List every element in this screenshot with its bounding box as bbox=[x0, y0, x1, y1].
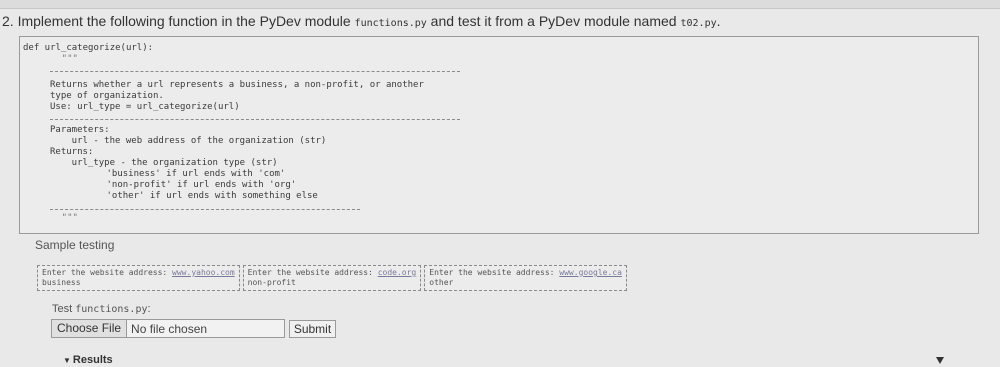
code-line: Use: url_type = url_categorize(url) bbox=[50, 102, 240, 112]
test-file-label: Test functions.py: bbox=[52, 303, 151, 315]
sample-url: www.yahoo.com bbox=[172, 268, 235, 277]
sample-case: Enter the website address: www.yahoo.com… bbox=[37, 265, 240, 291]
test-label-prefix: Test bbox=[52, 303, 76, 315]
code-line: Returns: bbox=[50, 147, 94, 157]
code-line: 'business' if url ends with 'com' bbox=[74, 169, 286, 179]
code-line: 'other' if url ends with something else bbox=[74, 191, 318, 201]
test-label-suffix: : bbox=[147, 303, 151, 315]
code-line: url - the web address of the organizatio… bbox=[50, 136, 327, 146]
code-line: Parameters: bbox=[50, 125, 110, 135]
chevron-down-icon[interactable] bbox=[936, 357, 944, 364]
question-text-mid: and test it from a PyDev module named bbox=[426, 13, 681, 29]
file-input[interactable]: Choose File No file chosen bbox=[51, 319, 285, 338]
code-block: def url_categorize(url): """ Returns whe… bbox=[19, 36, 979, 234]
code-line: """ bbox=[40, 213, 78, 223]
sample-prompt: Enter the website address: bbox=[247, 268, 378, 277]
code-line: def url_categorize(url): bbox=[23, 43, 154, 53]
sample-case: Enter the website address: code.org non-… bbox=[242, 265, 422, 291]
module-name: functions.py bbox=[354, 18, 427, 29]
question-text-before: Implement the following function in the … bbox=[13, 13, 355, 29]
sample-prompt: Enter the website address: bbox=[429, 268, 560, 277]
code-line: Returns whether a url represents a busin… bbox=[50, 80, 424, 90]
sample-result: other bbox=[429, 278, 454, 287]
question-text-end: . bbox=[716, 13, 721, 29]
code-line: url_type - the organization type (str) bbox=[50, 158, 278, 168]
question-heading: 2. Implement the following function in t… bbox=[2, 13, 721, 29]
file-status: No file chosen bbox=[131, 321, 208, 336]
code-divider bbox=[50, 119, 460, 120]
sample-case: Enter the website address: www.google.ca… bbox=[424, 265, 627, 291]
sample-result: business bbox=[42, 278, 81, 287]
sample-testing-label: Sample testing bbox=[35, 238, 115, 252]
code-line: type of organization. bbox=[50, 91, 164, 101]
sample-url: code.org bbox=[377, 268, 417, 277]
results-toggle[interactable]: ▼ Results bbox=[63, 354, 113, 366]
test-module-name: t02.py bbox=[680, 18, 717, 29]
sample-result: non-profit bbox=[247, 278, 296, 287]
triangle-down-icon: ▼ bbox=[63, 356, 71, 365]
sample-cases: Enter the website address: www.yahoo.com… bbox=[37, 265, 630, 293]
sample-url: www.google.ca bbox=[559, 268, 622, 277]
choose-file-button[interactable]: Choose File bbox=[52, 320, 128, 337]
test-label-file: functions.py bbox=[75, 304, 148, 315]
sample-prompt: Enter the website address: bbox=[42, 268, 173, 277]
code-line: 'non-profit' if url ends with 'org' bbox=[74, 180, 297, 190]
submit-button[interactable]: Submit bbox=[289, 320, 336, 338]
code-divider bbox=[50, 209, 360, 210]
results-label: Results bbox=[72, 354, 113, 366]
question-number: 2. bbox=[2, 13, 14, 29]
code-line: """ bbox=[40, 54, 78, 64]
top-border bbox=[0, 0, 1000, 9]
code-divider bbox=[50, 71, 460, 72]
